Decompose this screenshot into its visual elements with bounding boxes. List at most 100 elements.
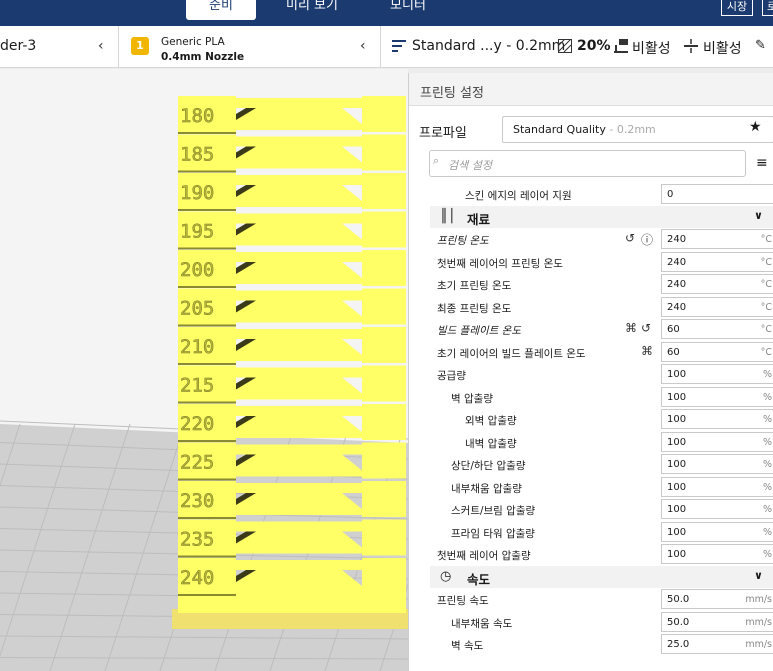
block-gap	[178, 286, 236, 288]
bridge-top	[232, 213, 362, 224]
category-speed[interactable]: ◷ 속도 ∨	[430, 565, 773, 588]
reset-icon[interactable]: ↺	[625, 231, 635, 245]
temperature-tower-model[interactable]: 180 185 190 195 200 205 210 215 220 225 230 235 240	[0, 69, 408, 671]
setting-value-input[interactable]: 100%	[661, 431, 773, 452]
setting-value: 100	[667, 526, 687, 538]
settings-list: 스킨 에지의 레이어 지원 0 ║│ 재료 ∨ 프린팅 온도 ↺ ⓘ 240 °C 첫번째 레이어의…	[409, 183, 773, 671]
setting-label: 빌드 플레이트 온도	[437, 325, 521, 337]
setting-value: 100	[667, 459, 687, 470]
overhang-ramp	[236, 108, 362, 130]
setting-label: 벽 압출량	[451, 392, 493, 405]
tower-temperature-label: 230	[180, 490, 214, 512]
setting-value-input[interactable]: 100%	[661, 409, 773, 429]
support-value[interactable]: 비활성	[632, 38, 671, 58]
bridge-top	[232, 483, 362, 493]
tab-monitor[interactable]: 모니터	[378, 0, 438, 20]
setting-value-input[interactable]: 240 °C	[661, 251, 773, 272]
setting-value-input[interactable]: 100%	[661, 544, 773, 564]
tower-temperature-label: 180	[180, 105, 214, 127]
setting-value-input[interactable]: 0	[661, 184, 773, 204]
signin-button[interactable]: 로	[762, 0, 773, 16]
setting-value-input[interactable]: 240 °C	[661, 229, 773, 249]
tower-pillar	[362, 442, 406, 479]
setting-unit: mm/s	[745, 616, 772, 628]
profile-dropdown[interactable]: Standard Quality - 0.2mm	[502, 116, 773, 143]
block-gap	[178, 247, 236, 250]
setting-row: 최종 프린팅 온도 240 °C	[409, 296, 773, 318]
info-icon[interactable]: ⓘ	[641, 231, 653, 248]
profile-summary[interactable]: Standard ...y - 0.2mm	[412, 38, 565, 54]
chevron-left-icon[interactable]: ‹	[360, 38, 366, 54]
setting-value-input[interactable]: 100%	[661, 499, 773, 519]
category-label: 재료	[467, 211, 491, 227]
setting-value-input[interactable]: 100%	[661, 386, 773, 407]
link-icon[interactable]: ⌘	[625, 321, 637, 335]
bridge-top	[232, 98, 362, 108]
setting-value-input[interactable]: 100%	[661, 454, 773, 474]
setting-value-input[interactable]: 100%	[661, 476, 773, 497]
tower-pillar	[362, 481, 406, 517]
category-material[interactable]: ║│ 재료 ∨	[430, 205, 773, 228]
setting-value-input[interactable]: 50.0 mm/s	[661, 611, 773, 632]
tab-prepare[interactable]: 준비	[186, 0, 256, 20]
tower-temperature-label: 235	[180, 529, 214, 551]
tower-pillar	[362, 404, 406, 440]
setting-value-input[interactable]: 50.0 mm/s	[661, 589, 773, 609]
chevron-left-icon[interactable]: ‹	[98, 38, 104, 54]
setting-value: 50.0	[667, 616, 690, 628]
link-icon[interactable]: ⌘	[641, 344, 653, 358]
setting-value-input[interactable]: 60 °C	[661, 319, 773, 339]
star-icon[interactable]: ★	[749, 119, 762, 135]
setting-value-input[interactable]: 100%	[661, 364, 773, 384]
tab-preview[interactable]: 미리 보기	[272, 0, 352, 20]
search-settings-input[interactable]: 검색 설정	[429, 150, 746, 177]
setting-row: 프린팅 온도 ↺ ⓘ 240 °C	[409, 228, 773, 250]
setting-value-input[interactable]: 60 °C	[661, 341, 773, 362]
setting-row: 외벽 압출량 100%	[409, 408, 773, 430]
bridge-top	[232, 136, 362, 147]
setting-unit: °C	[760, 346, 772, 358]
tower-pillar	[362, 134, 406, 171]
tower-temperature-label: 240	[180, 567, 214, 589]
tower-pillar	[362, 288, 406, 325]
chevron-down-icon: ∨	[754, 568, 763, 582]
setting-unit: mm/s	[745, 594, 772, 605]
setting-value-input[interactable]: 240 °C	[661, 296, 773, 317]
profile-layer-height: - 0.2mm	[605, 123, 656, 136]
3d-viewport[interactable]: 180 185 190 195 200 205 210 215 220 225 230 235 240	[0, 69, 408, 671]
adhesion-value[interactable]: 비활성	[703, 38, 742, 58]
setting-unit: %	[762, 481, 772, 493]
chevron-down-icon: ∨	[754, 208, 763, 222]
printer-selector[interactable]: der-3	[0, 38, 36, 54]
bridge-top	[232, 329, 362, 339]
setting-label: 내벽 압출량	[465, 437, 517, 450]
block-gap	[178, 209, 236, 211]
setting-unit: %	[762, 436, 772, 448]
reset-icon[interactable]: ↺	[641, 321, 651, 335]
tower-temperature-label: 185	[180, 144, 214, 166]
marketplace-button[interactable]: 시장	[721, 0, 753, 16]
infill-value[interactable]: 20%	[577, 38, 611, 54]
menu-icon[interactable]: ≡	[756, 155, 768, 171]
setting-value: 240	[667, 234, 687, 245]
setting-value: 50.0	[667, 594, 690, 605]
setting-unit: %	[762, 414, 772, 425]
setting-value: 240	[667, 301, 687, 313]
setting-unit: %	[762, 549, 772, 560]
block-gap	[178, 132, 236, 134]
setting-label: 스커트/브림 압출량	[451, 505, 536, 517]
setting-label: 스킨 에지의 레이어 지원	[465, 190, 572, 202]
edit-icon[interactable]: ✎	[755, 38, 766, 53]
material-name[interactable]: Generic PLA	[161, 36, 225, 48]
overhang-ramp	[236, 146, 362, 169]
setting-value-input[interactable]: 240 °C	[661, 274, 773, 294]
tower-pillar	[362, 96, 406, 132]
bridge-top	[232, 444, 362, 455]
block-gap	[178, 440, 236, 442]
setting-value-input[interactable]: 100%	[661, 521, 773, 542]
setting-unit: mm/s	[745, 639, 772, 650]
setting-value-input[interactable]: 25.0 mm/s	[661, 634, 773, 654]
setting-value: 60	[667, 324, 680, 335]
bridge-top	[232, 252, 362, 262]
block-gap	[178, 594, 236, 596]
